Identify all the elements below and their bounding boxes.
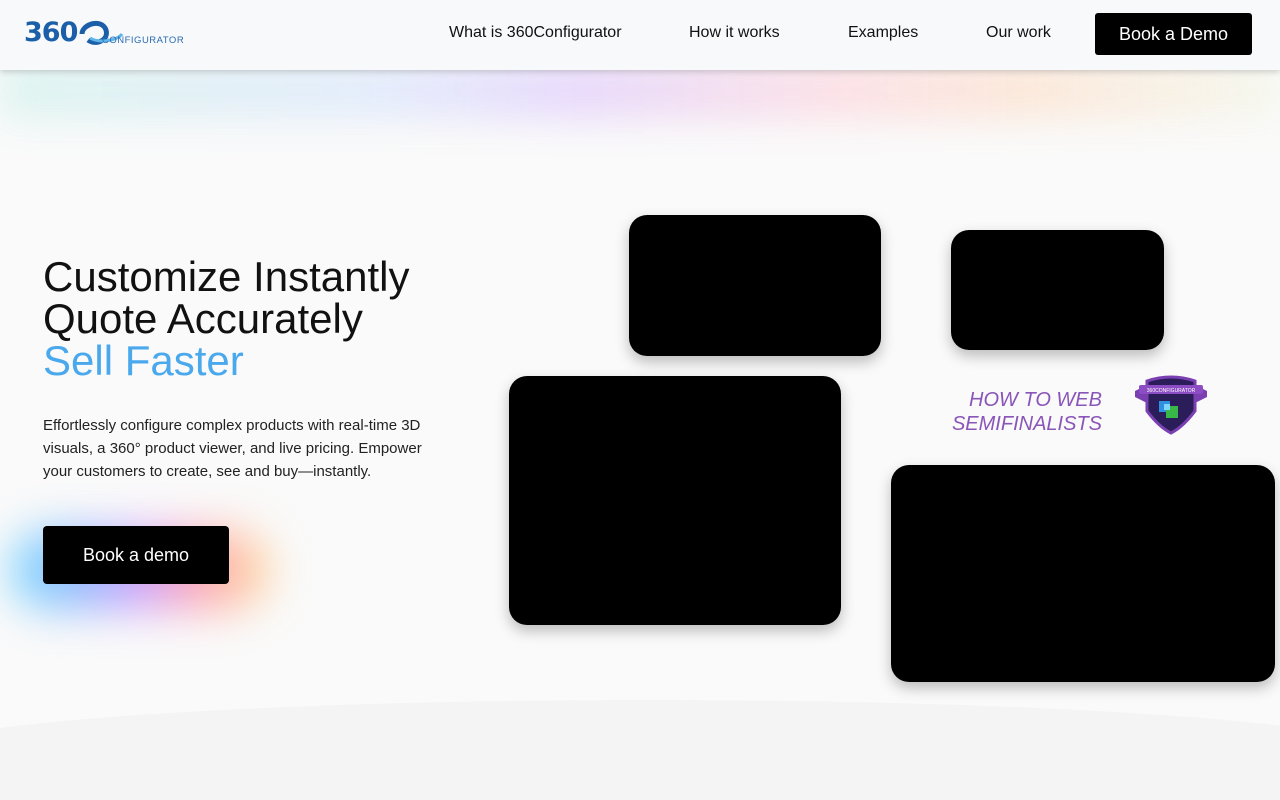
hero-headline-line-1: Customize Instantly bbox=[43, 253, 410, 300]
logo-wordmark: CONFIGURATOR bbox=[102, 35, 185, 46]
hero-description: Effortlessly configure complex products … bbox=[43, 417, 422, 480]
award-caption: HOW TO WEB SEMIFINALISTS bbox=[900, 388, 1102, 436]
nav-link-how-it-works[interactable]: How it works bbox=[689, 23, 780, 43]
brand-logo[interactable]: 360 CONFIGURATOR bbox=[24, 18, 194, 50]
logo-number: 360 bbox=[24, 17, 78, 48]
book-demo-hero-button[interactable]: Book a demo bbox=[43, 526, 229, 584]
book-demo-nav-button[interactable]: Book a Demo bbox=[1095, 13, 1252, 55]
award-caption-line-2: SEMIFINALISTS bbox=[951, 413, 1102, 435]
media-tile-1[interactable] bbox=[629, 215, 881, 356]
page: 360 CONFIGURATOR What is 360Configurator… bbox=[0, 0, 1280, 800]
hero-headline: Customize Instantly Quote Accurately Sel… bbox=[43, 256, 483, 382]
award-caption-line-1: HOW TO WEB bbox=[969, 389, 1102, 411]
badge-label: 360CONFIGURATOR bbox=[1147, 388, 1196, 394]
nav-link-our-work[interactable]: Our work bbox=[986, 23, 1051, 43]
nav-link-what-is[interactable]: What is 360Configurator bbox=[449, 23, 622, 43]
hero-headline-accent: Sell Faster bbox=[43, 337, 244, 384]
site-header: 360 CONFIGURATOR What is 360Configurator… bbox=[0, 0, 1280, 70]
hero-headline-line-2: Quote Accurately bbox=[43, 295, 363, 342]
media-tile-3[interactable] bbox=[509, 376, 841, 625]
media-tile-2[interactable] bbox=[951, 230, 1164, 350]
award-badge-icon: 360CONFIGURATOR bbox=[1135, 375, 1207, 435]
media-tile-4[interactable] bbox=[891, 465, 1275, 682]
background-wave bbox=[0, 700, 1280, 800]
nav-link-examples[interactable]: Examples bbox=[848, 23, 918, 43]
